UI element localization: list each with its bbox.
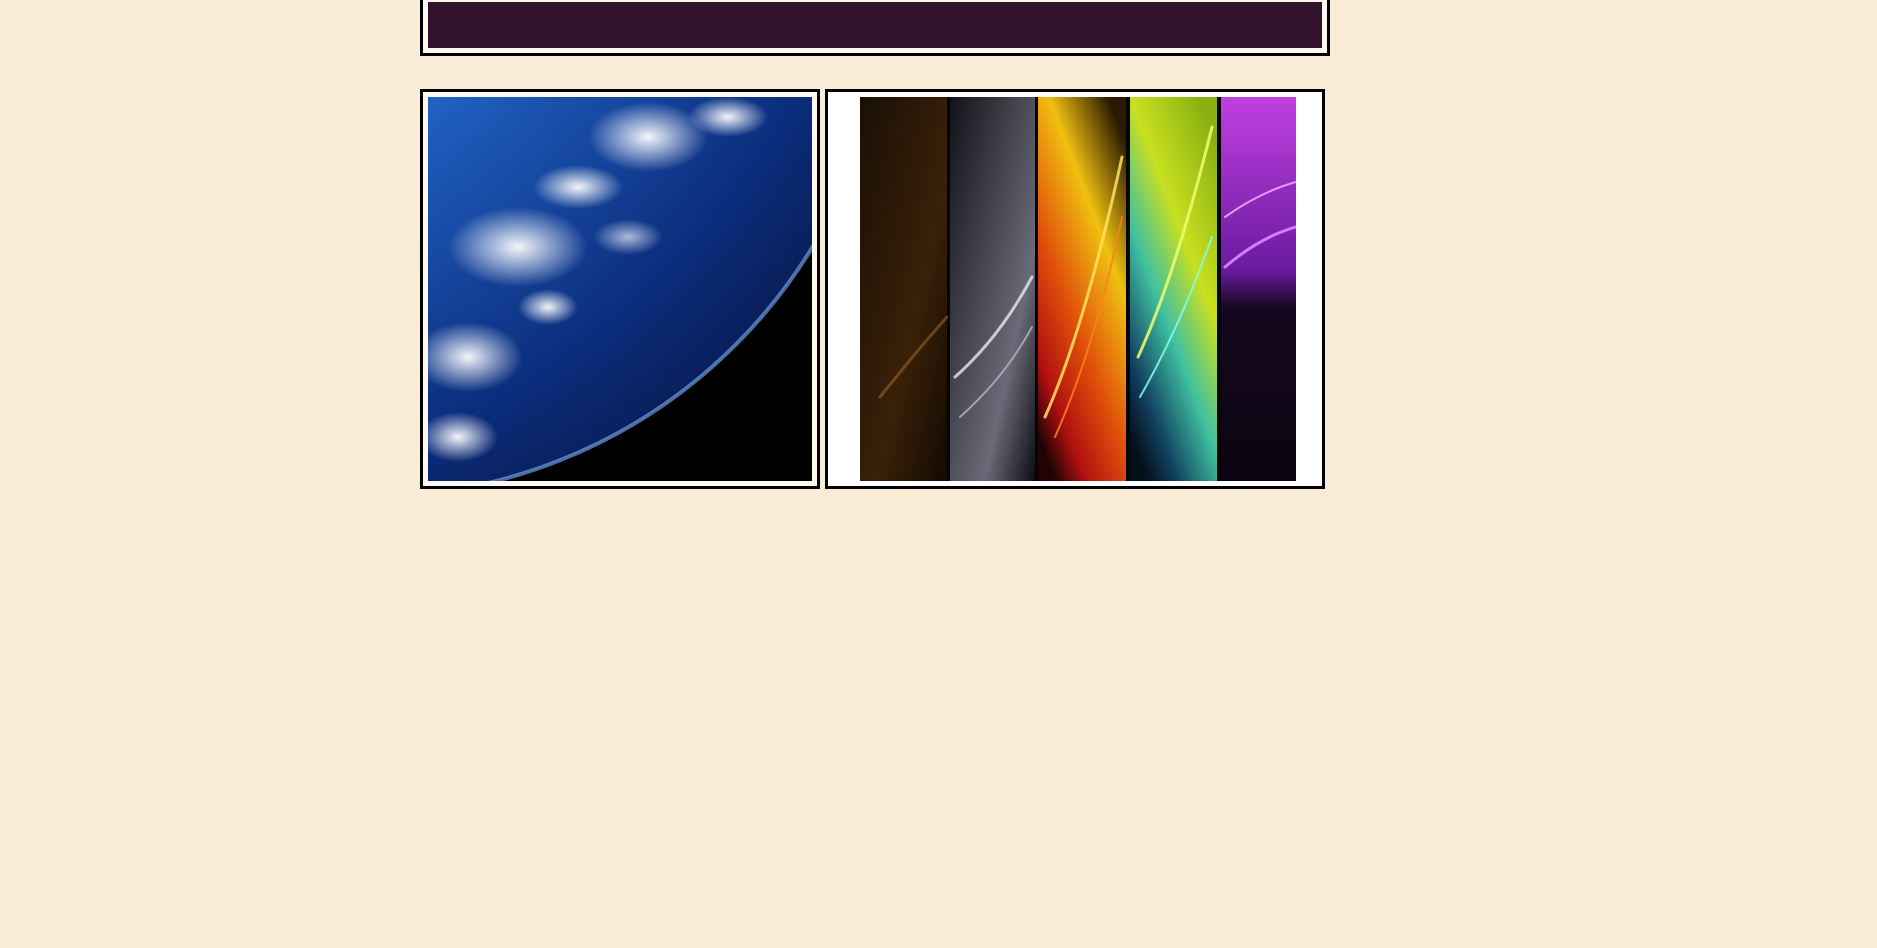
page	[0, 0, 1877, 948]
gallery-item-earth[interactable]	[420, 89, 820, 489]
earth-from-space-image	[428, 97, 812, 481]
header-banner	[420, 0, 1330, 56]
gallery-item-rainbow[interactable]	[825, 89, 1325, 489]
rainbow-image-wrap	[860, 97, 1296, 481]
rainbow-light-streaks-image	[860, 97, 1296, 481]
header-banner-fill	[428, 2, 1322, 48]
